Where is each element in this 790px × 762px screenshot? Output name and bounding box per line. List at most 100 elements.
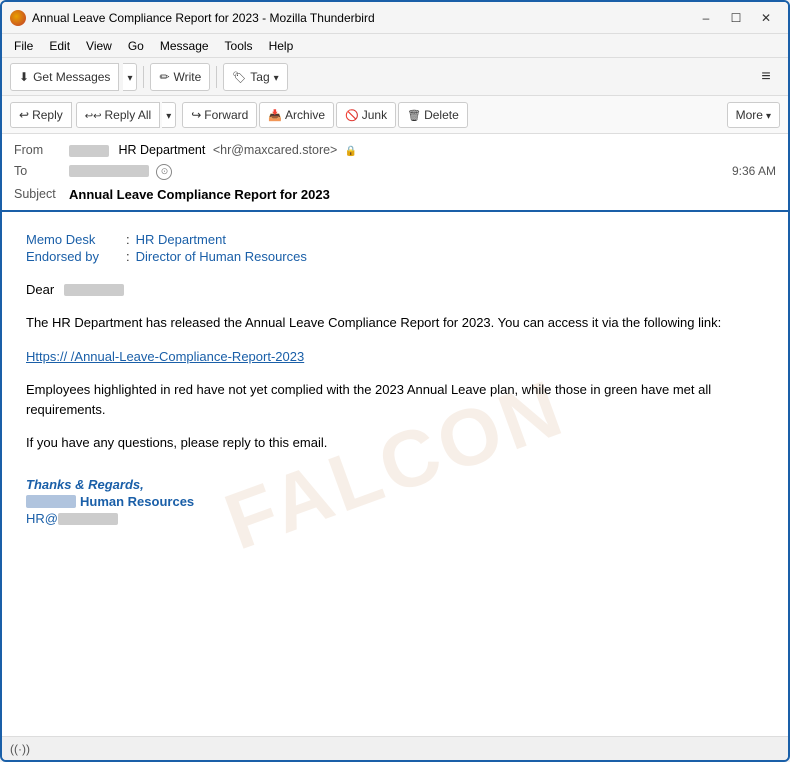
junk-label: Junk	[362, 108, 387, 122]
toolbar-sep-1	[143, 66, 144, 88]
statusbar: ((·))	[2, 736, 788, 760]
window-controls: – ☐ ✕	[692, 7, 780, 29]
body-para-1: The HR Department has released the Annua…	[26, 313, 764, 333]
get-messages-icon	[19, 70, 29, 84]
reply-all-dropdown[interactable]	[162, 102, 176, 128]
endorsed-key: Endorsed by	[26, 249, 126, 264]
junk-icon	[345, 108, 359, 122]
menubar: File Edit View Go Message Tools Help	[2, 34, 788, 58]
from-name: HR Department	[118, 143, 205, 157]
delete-label: Delete	[424, 108, 459, 122]
titlebar: Annual Leave Compliance Report for 2023 …	[2, 2, 788, 34]
menu-tools[interactable]: Tools	[217, 37, 261, 55]
subject-label: Subject	[14, 187, 69, 201]
app-logo	[10, 10, 26, 26]
email-action-bar: Reply Reply All Forward Archive Junk Del…	[2, 96, 788, 134]
lock-icon: 🔒	[345, 146, 357, 157]
from-label: From	[14, 143, 69, 157]
from-row: From HR Department <hr@maxcared.store> 🔒	[14, 140, 776, 160]
archive-icon	[268, 108, 282, 122]
delete-icon	[407, 108, 421, 122]
link-para: Https:// /Annual-Leave-Compliance-Report…	[26, 347, 764, 367]
toolbar-right: ≡	[752, 63, 780, 91]
tag-dropdown-icon	[274, 70, 279, 84]
to-label: To	[14, 164, 69, 178]
reply-all-label: Reply All	[105, 108, 152, 122]
more-dropdown-icon	[766, 108, 771, 122]
main-window: Annual Leave Compliance Report for 2023 …	[0, 0, 790, 762]
forward-icon	[191, 108, 201, 122]
link-text: Https:// /Annual-Leave-Compliance-Report…	[26, 349, 304, 364]
recipient-name-blurred	[64, 284, 124, 296]
minimize-button[interactable]: –	[692, 7, 720, 29]
forward-label: Forward	[204, 108, 248, 122]
reply-icon	[19, 108, 29, 122]
memo-desk-sep: :	[126, 232, 130, 247]
reply-button[interactable]: Reply	[10, 102, 72, 128]
menu-help[interactable]: Help	[261, 37, 302, 55]
email-header: From HR Department <hr@maxcared.store> 🔒…	[2, 134, 788, 212]
menu-view[interactable]: View	[78, 37, 120, 55]
more-button[interactable]: More	[727, 102, 780, 128]
menu-message[interactable]: Message	[152, 37, 217, 55]
from-value: HR Department <hr@maxcared.store> 🔒	[69, 143, 776, 157]
write-button[interactable]: Write	[150, 63, 210, 91]
get-messages-button[interactable]: Get Messages	[10, 63, 119, 91]
greeting-text: Dear	[26, 282, 54, 297]
memo-desk-row: Memo Desk : HR Department	[26, 232, 764, 247]
forward-button[interactable]: Forward	[182, 102, 257, 128]
reply-all-dropdown-icon	[166, 108, 171, 122]
email-body: FALCON Memo Desk : HR Department Endorse…	[2, 212, 788, 737]
close-button[interactable]: ✕	[752, 7, 780, 29]
reply-all-icon	[85, 108, 102, 122]
sig-name-row: Human Resources	[26, 494, 764, 509]
tag-label: Tag	[250, 70, 269, 84]
to-address-blurred	[69, 165, 149, 177]
dropdown-arrow-icon	[127, 70, 132, 84]
memo-desk-val: HR Department	[136, 232, 226, 247]
menu-go[interactable]: Go	[120, 37, 152, 55]
endorsed-val: Director of Human Resources	[136, 249, 307, 264]
reply-label: Reply	[32, 108, 63, 122]
memo-desk-key: Memo Desk	[26, 232, 126, 247]
tag-button[interactable]: Tag	[223, 63, 287, 91]
tag-icon	[232, 70, 246, 84]
reply-all-button[interactable]: Reply All	[76, 102, 160, 128]
delete-button[interactable]: Delete	[398, 102, 468, 128]
sig-name-blurred	[26, 495, 76, 508]
email-time: 9:36 AM	[732, 164, 776, 178]
sig-email-blurred	[58, 513, 118, 525]
subject-value: Annual Leave Compliance Report for 2023	[69, 187, 330, 202]
report-link[interactable]: Https:// /Annual-Leave-Compliance-Report…	[26, 349, 304, 364]
hamburger-menu-button[interactable]: ≡	[752, 63, 780, 91]
body-para-2: Employees highlighted in red have not ye…	[26, 380, 764, 419]
email-signature: Thanks & Regards, Human Resources HR@	[26, 477, 764, 526]
endorsed-sep: :	[126, 249, 130, 264]
body-para-3: If you have any questions, please reply …	[26, 433, 764, 453]
write-icon	[159, 70, 169, 84]
email-content: Memo Desk : HR Department Endorsed by : …	[26, 232, 764, 526]
subject-row: Subject Annual Leave Compliance Report f…	[14, 183, 776, 204]
maximize-button[interactable]: ☐	[722, 7, 750, 29]
to-value: ⊙	[69, 163, 732, 180]
to-row: To ⊙ 9:36 AM	[14, 160, 776, 183]
menu-edit[interactable]: Edit	[41, 37, 78, 55]
toolbar-sep-2	[216, 66, 217, 88]
main-toolbar: Get Messages Write Tag ≡	[2, 58, 788, 96]
more-label: More	[736, 108, 763, 122]
from-avatar-blurred	[69, 145, 109, 157]
sig-email-prefix: HR@	[26, 511, 58, 526]
menu-file[interactable]: File	[6, 37, 41, 55]
get-messages-label: Get Messages	[33, 70, 110, 84]
archive-button[interactable]: Archive	[259, 102, 334, 128]
sig-thanks: Thanks & Regards,	[26, 477, 764, 492]
from-email: <hr@maxcared.store>	[213, 143, 338, 157]
get-messages-dropdown[interactable]	[123, 63, 137, 91]
endorsed-row: Endorsed by : Director of Human Resource…	[26, 249, 764, 264]
sig-email: HR@	[26, 511, 764, 526]
junk-button[interactable]: Junk	[336, 102, 396, 128]
memo-table: Memo Desk : HR Department Endorsed by : …	[26, 232, 764, 264]
wifi-icon: ((·))	[10, 742, 30, 756]
to-avatar-icon: ⊙	[156, 164, 172, 180]
window-title: Annual Leave Compliance Report for 2023 …	[32, 11, 692, 25]
